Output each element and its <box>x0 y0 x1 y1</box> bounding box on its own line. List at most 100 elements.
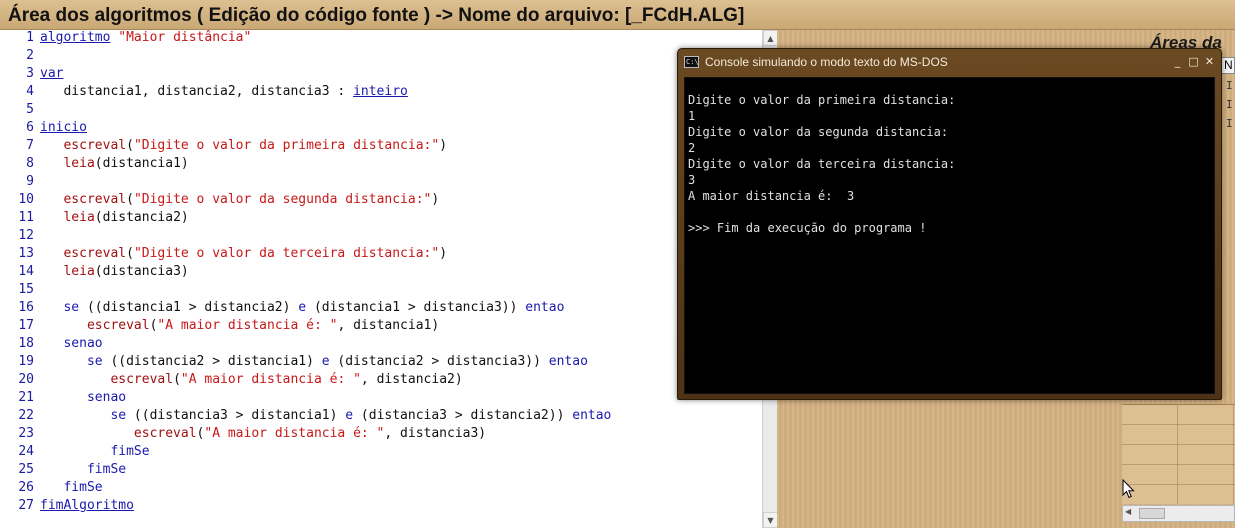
code-line[interactable]: 12 <box>0 227 762 245</box>
console-line: 2 <box>688 141 696 155</box>
code-line[interactable]: 14 leia(distancia3) <box>0 263 762 281</box>
line-code: escreval("Digite o valor da primeira dis… <box>40 137 447 155</box>
code-token: var <box>40 66 64 81</box>
code-line[interactable]: 4 distancia1, distancia2, distancia3 : i… <box>0 83 762 101</box>
list-column-header[interactable]: N <box>1221 57 1235 74</box>
line-code: escreval("A maior distancia é: ", distan… <box>40 317 439 335</box>
scroll-up-icon[interactable]: ▲ <box>763 30 778 46</box>
code-token: ) <box>439 138 448 153</box>
code-line[interactable]: 21 senao <box>0 389 762 407</box>
line-code: fimSe <box>40 479 102 497</box>
code-editor[interactable]: 1 algoritmo "Maior distância" 2 3 var 4 dista… <box>0 30 762 528</box>
code-line[interactable]: 2 <box>0 47 762 65</box>
line-number: 21 <box>18 390 34 405</box>
code-token: entao <box>572 408 612 423</box>
console-line: Digite o valor da terceira distancia: <box>688 157 956 171</box>
code-token: "Digite o valor da terceira distancia:" <box>133 246 440 261</box>
code-token: "Maior distância" <box>118 30 252 45</box>
code-line[interactable]: 20 escreval("A maior distancia é: ", dis… <box>0 371 762 389</box>
code-token: ( <box>126 246 134 261</box>
code-line[interactable]: 5 <box>0 101 762 119</box>
scroll-thumb[interactable] <box>1139 508 1165 519</box>
code-token: e <box>345 408 354 423</box>
code-line[interactable]: 9 <box>0 173 762 191</box>
code-line[interactable]: 24 fimSe <box>0 443 762 461</box>
list-item[interactable]: I <box>1226 80 1235 92</box>
code-line[interactable]: 18 senao <box>0 335 762 353</box>
console-line: 1 <box>688 109 696 123</box>
code-line[interactable]: 23 escreval("A maior distancia é: ", dis… <box>0 425 762 443</box>
scroll-left-icon[interactable]: ◀ <box>1125 507 1131 516</box>
console-line: 3 <box>688 173 696 187</box>
code-line[interactable]: 25 fimSe <box>0 461 762 479</box>
code-line[interactable]: 15 <box>0 281 762 299</box>
line-code: senao <box>40 335 102 353</box>
code-line[interactable]: 6 inicio <box>0 119 762 137</box>
line-code: leia(distancia2) <box>40 209 188 227</box>
scroll-down-icon[interactable]: ▼ <box>763 512 778 528</box>
line-code: fimSe <box>40 443 150 461</box>
code-line[interactable]: 11 leia(distancia2) <box>0 209 762 227</box>
line-number: 1 <box>26 30 34 45</box>
line-code: fimSe <box>40 461 126 479</box>
code-line[interactable]: 10 escreval("Digite o valor da segunda d… <box>0 191 762 209</box>
line-code: escreval("A maior distancia é: ", distan… <box>40 425 486 443</box>
code-line[interactable]: 1 algoritmo "Maior distância" <box>0 30 762 47</box>
console-title[interactable]: Console simulando o modo texto do MS-DOS <box>678 49 1221 76</box>
code-token: fimSe <box>86 462 127 477</box>
close-button[interactable]: ✕ <box>1201 54 1218 70</box>
code-token: algoritmo <box>40 30 111 45</box>
console-app-icon[interactable]: C:\ <box>684 56 699 68</box>
line-code: var <box>40 65 63 83</box>
line-number: 14 <box>18 264 34 279</box>
console-line: A maior distancia é: 3 <box>688 189 855 203</box>
console-line: Digite o valor da primeira distancia: <box>688 93 956 107</box>
console-window[interactable]: Console simulando o modo texto do MS-DOS… <box>677 48 1222 400</box>
code-token: fimSe <box>110 444 150 459</box>
code-token: senao <box>86 390 127 405</box>
code-token: se <box>63 300 80 315</box>
line-number: 17 <box>18 318 34 333</box>
list-item[interactable]: I <box>1226 118 1235 130</box>
horizontal-scrollbar[interactable]: ◀ <box>1122 505 1235 522</box>
line-number: 7 <box>26 138 34 153</box>
code-line[interactable]: 27 fimAlgoritmo <box>0 497 762 515</box>
code-token: "A maior distancia é: " <box>204 426 385 441</box>
minimize-button[interactable]: _ <box>1169 54 1186 70</box>
line-code: escreval("A maior distancia é: ", distan… <box>40 371 462 389</box>
line-code: algoritmo "Maior distância" <box>40 30 251 47</box>
code-line[interactable]: 13 escreval("Digite o valor da terceira … <box>0 245 762 263</box>
code-token: (distancia3 > distancia2)) <box>353 408 573 423</box>
console-line: >>> Fim da execução do programa ! <box>688 221 927 235</box>
code-token: (distancia2 > distancia3)) <box>329 354 549 369</box>
code-line[interactable]: 19 se ((distancia2 > distancia1) e (dist… <box>0 353 762 371</box>
line-code: escreval("Digite o valor da segunda dist… <box>40 191 439 209</box>
code-line[interactable]: 3 var <box>0 65 762 83</box>
code-line[interactable]: 16 se ((distancia1 > distancia2) e (dist… <box>0 299 762 317</box>
line-code: fimAlgoritmo <box>40 497 134 515</box>
code-line[interactable]: 8 leia(distancia1) <box>0 155 762 173</box>
line-number: 16 <box>18 300 34 315</box>
list-item[interactable]: I <box>1226 99 1235 111</box>
console-output[interactable]: Digite o valor da primeira distancia: 1 Di… <box>684 77 1215 394</box>
code-line[interactable]: 26 fimSe <box>0 479 762 497</box>
line-code: se ((distancia2 > distancia1) e (distanc… <box>40 353 588 371</box>
code-token: distancia1, distancia2, distancia3 : <box>40 84 354 99</box>
code-line[interactable]: 17 escreval("A maior distancia é: ", dis… <box>0 317 762 335</box>
code-token: ) <box>439 246 448 261</box>
line-code: se ((distancia1 > distancia2) e (distanc… <box>40 299 564 317</box>
maximize-button[interactable]: □ <box>1185 54 1202 70</box>
code-token: inicio <box>40 120 87 135</box>
grid-area[interactable] <box>1122 404 1235 504</box>
code-line[interactable]: 22 se ((distancia3 > distancia1) e (dist… <box>0 407 762 425</box>
code-line[interactable]: 7 escreval("Digite o valor da primeira d… <box>0 137 762 155</box>
code-token: escreval <box>63 192 127 207</box>
